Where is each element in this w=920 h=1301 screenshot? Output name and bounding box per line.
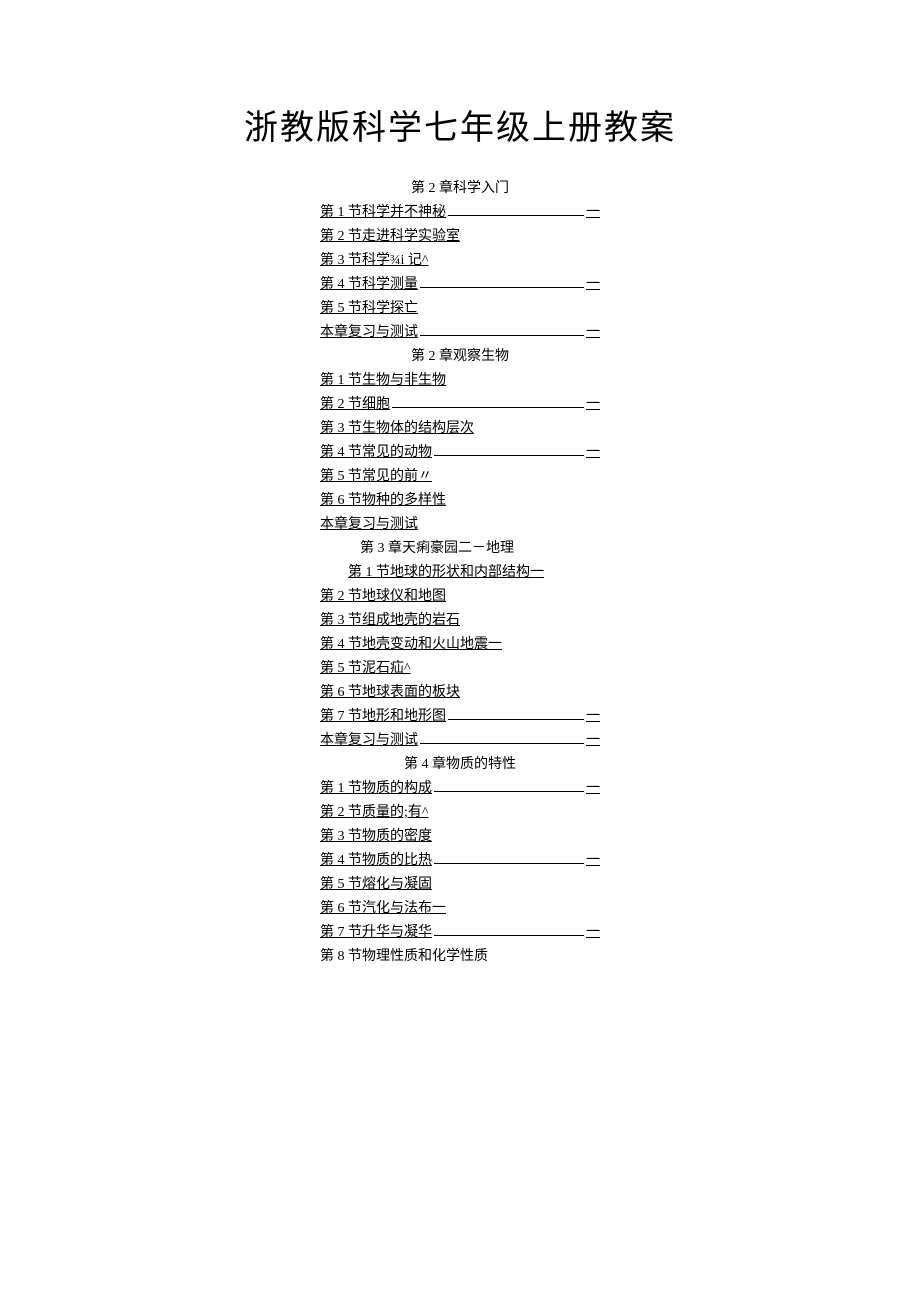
toc-entry-tail: 一 <box>586 201 600 225</box>
toc-entry-label: 第 6 节汽化与法布一 <box>320 901 446 916</box>
toc-entry-label: 第 4 节常见的动物 <box>320 441 432 465</box>
chapter-heading: 第 2 章观察生物 <box>320 345 600 369</box>
toc-entry[interactable]: 第 2 节质量的;有^ <box>320 801 600 825</box>
table-of-contents: 第 2 章科学入门第 1 节科学并不神秘一第 2 节走进科学实验室第 3 节科学… <box>320 177 600 969</box>
toc-leader-line <box>420 730 584 744</box>
toc-entry[interactable]: 第 2 节细胞 一 <box>320 393 600 417</box>
toc-entry-label: 第 3 节科学¾i 记^ <box>320 253 428 268</box>
toc-entry[interactable]: 第 1 节地球的形状和内部结构一 <box>320 561 600 585</box>
toc-entry-label: 第 1 节物质的构成 <box>320 777 432 801</box>
toc-entry-tail: 一 <box>586 729 600 753</box>
toc-entry-tail: 一 <box>586 705 600 729</box>
toc-entry-label: 第 8 节物理性质和化学性质 <box>320 949 488 964</box>
toc-entry-tail: 一 <box>586 321 600 345</box>
document-title: 浙教版科学七年级上册教案 <box>0 100 920 149</box>
toc-entry-tail: 一 <box>586 921 600 945</box>
toc-entry[interactable]: 第 2 节地球仪和地图 <box>320 585 600 609</box>
toc-leader-line <box>434 778 584 792</box>
toc-entry-label: 第 5 节常见的前〃 <box>320 469 432 484</box>
toc-entry: 第 8 节物理性质和化学性质 <box>320 945 600 969</box>
toc-entry-tail: 一 <box>586 441 600 465</box>
toc-entry-label: 第 5 节科学探亡 <box>320 301 418 316</box>
toc-entry-label: 第 1 节地球的形状和内部结构一 <box>348 565 544 580</box>
toc-entry-label: 第 7 节地形和地形图 <box>320 705 446 729</box>
toc-entry-label: 第 4 节物质的比热 <box>320 849 432 873</box>
toc-entry[interactable]: 第 5 节泥石疝^ <box>320 657 600 681</box>
toc-entry[interactable]: 第 3 节组成地壳的岩石 <box>320 609 600 633</box>
toc-leader-line <box>448 202 584 216</box>
toc-entry-label: 第 2 节地球仪和地图 <box>320 589 446 604</box>
toc-leader-line <box>434 442 584 456</box>
toc-entry-label: 第 2 节细胞 <box>320 393 390 417</box>
toc-entry-tail: 一 <box>586 777 600 801</box>
toc-leader-line <box>392 394 584 408</box>
toc-entry[interactable]: 第 4 节物质的比热 一 <box>320 849 600 873</box>
toc-entry[interactable]: 本章复习与测试 一 <box>320 321 600 345</box>
toc-entry-label: 第 3 节组成地壳的岩石 <box>320 613 460 628</box>
toc-entry-label: 第 7 节升华与凝华 <box>320 921 432 945</box>
toc-entry-tail: 一 <box>586 849 600 873</box>
toc-entry[interactable]: 第 7 节升华与凝华 一 <box>320 921 600 945</box>
toc-entry[interactable]: 第 3 节物质的密度 <box>320 825 600 849</box>
toc-entry-label: 第 2 节走进科学实验室 <box>320 229 460 244</box>
toc-entry[interactable]: 第 1 节物质的构成 一 <box>320 777 600 801</box>
toc-entry-label: 第 4 节地壳变动和火山地震一 <box>320 637 502 652</box>
toc-entry-label: 第 3 节生物体的结构层次 <box>320 421 474 436</box>
toc-entry-label: 第 6 节物种的多样性 <box>320 493 446 508</box>
toc-entry[interactable]: 第 2 节走进科学实验室 <box>320 225 600 249</box>
toc-entry-label: 本章复习与测试 <box>320 517 418 532</box>
toc-entry[interactable]: 第 5 节常见的前〃 <box>320 465 600 489</box>
toc-entry-label: 本章复习与测试 <box>320 321 418 345</box>
toc-entry-label: 第 1 节生物与非生物 <box>320 373 446 388</box>
toc-entry-label: 第 1 节科学并不神秘 <box>320 201 446 225</box>
toc-leader-line <box>434 850 584 864</box>
toc-entry-tail: 一 <box>586 273 600 297</box>
toc-entry[interactable]: 第 7 节地形和地形图 一 <box>320 705 600 729</box>
toc-entry[interactable]: 第 6 节汽化与法布一 <box>320 897 600 921</box>
chapter-heading: 第 2 章科学入门 <box>320 177 600 201</box>
toc-entry-tail: 一 <box>586 393 600 417</box>
toc-leader-line <box>420 274 584 288</box>
toc-entry-label: 第 3 节物质的密度 <box>320 829 432 844</box>
toc-entry[interactable]: 本章复习与测试 一 <box>320 729 600 753</box>
toc-entry[interactable]: 第 1 节科学并不神秘 一 <box>320 201 600 225</box>
chapter-heading: 第 4 章物质的特性 <box>320 753 600 777</box>
toc-entry[interactable]: 第 4 节常见的动物 一 <box>320 441 600 465</box>
toc-leader-line <box>434 922 584 936</box>
toc-entry-label: 本章复习与测试 <box>320 729 418 753</box>
toc-entry-label: 第 2 节质量的;有^ <box>320 805 428 820</box>
toc-entry[interactable]: 第 1 节生物与非生物 <box>320 369 600 393</box>
toc-entry[interactable]: 第 6 节物种的多样性 <box>320 489 600 513</box>
toc-entry-label: 第 5 节熔化与凝固 <box>320 877 432 892</box>
document-page: 浙教版科学七年级上册教案 第 2 章科学入门第 1 节科学并不神秘一第 2 节走… <box>0 0 920 1069</box>
chapter-heading: 第 3 章天痢豪园二－地理 <box>320 537 600 561</box>
toc-entry[interactable]: 第 3 节生物体的结构层次 <box>320 417 600 441</box>
toc-entry[interactable]: 第 6 节地球表面的板块 <box>320 681 600 705</box>
toc-leader-line <box>420 322 584 336</box>
toc-entry[interactable]: 第 3 节科学¾i 记^ <box>320 249 600 273</box>
toc-entry-label: 第 4 节科学测量 <box>320 273 418 297</box>
toc-entry[interactable]: 第 4 节地壳变动和火山地震一 <box>320 633 600 657</box>
toc-leader-line <box>448 706 584 720</box>
toc-entry-label: 第 5 节泥石疝^ <box>320 661 411 676</box>
toc-entry[interactable]: 本章复习与测试 <box>320 513 600 537</box>
toc-entry[interactable]: 第 5 节科学探亡 <box>320 297 600 321</box>
toc-entry[interactable]: 第 4 节科学测量 一 <box>320 273 600 297</box>
toc-entry-label: 第 6 节地球表面的板块 <box>320 685 460 700</box>
toc-entry[interactable]: 第 5 节熔化与凝固 <box>320 873 600 897</box>
